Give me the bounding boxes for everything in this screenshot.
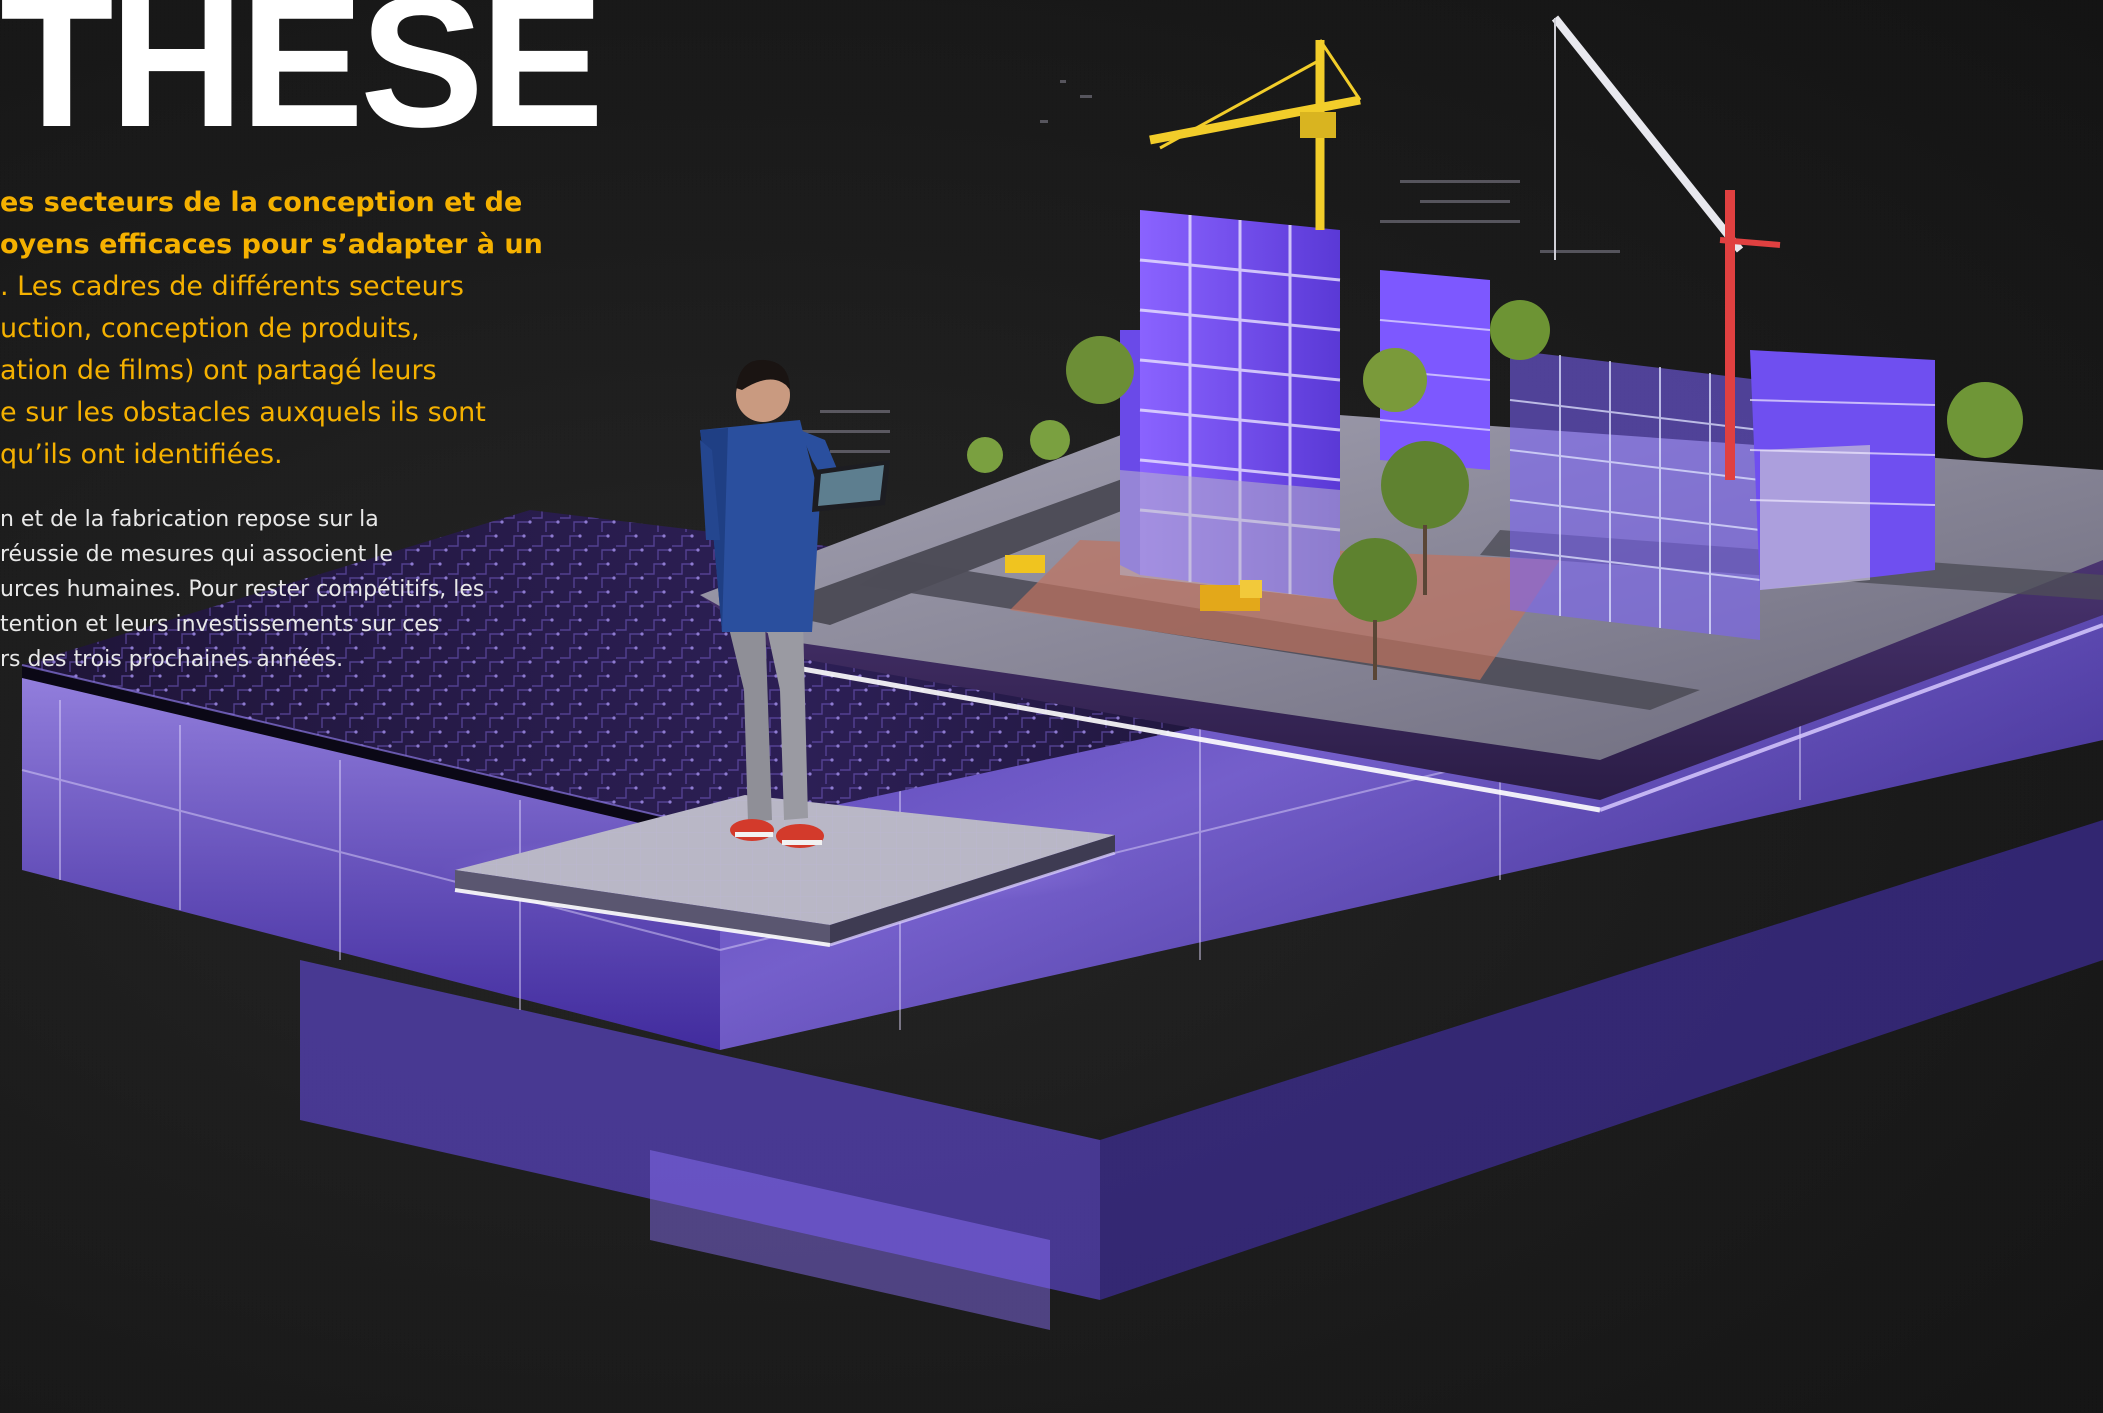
lead-bold-line: es secteurs de la conception et de bbox=[0, 187, 523, 218]
buildings bbox=[1120, 210, 1936, 640]
lead-line: ation de films) ont partagé leurs bbox=[0, 355, 437, 386]
headline: THESE bbox=[0, 0, 604, 166]
lead-line: e sur les obstacles auxquels ils sont bbox=[0, 397, 486, 428]
body-line: urces humaines. Pour rester compétitifs,… bbox=[0, 577, 485, 602]
page: THESE es secteurs de la conception et de… bbox=[0, 0, 2103, 1413]
body-line: rs des trois prochaines années. bbox=[0, 647, 344, 672]
body-line: réussie de mesures qui associent le bbox=[0, 542, 393, 567]
lead-line: uction, conception de produits, bbox=[0, 313, 420, 344]
lead-line: qu’ils ont identifiées. bbox=[0, 439, 283, 470]
body-line: tention et leurs investissements sur ces bbox=[0, 612, 440, 637]
body-paragraph: n et de la fabrication repose sur la réu… bbox=[0, 502, 530, 677]
intro-text: es secteurs de la conception et de oyens… bbox=[0, 182, 543, 677]
lead-paragraph: es secteurs de la conception et de oyens… bbox=[0, 182, 543, 476]
body-line: n et de la fabrication repose sur la bbox=[0, 507, 379, 532]
lead-line: . Les cadres de différents secteurs bbox=[0, 271, 464, 302]
lead-bold-line: oyens efficaces pour s’adapter à un bbox=[0, 229, 543, 260]
